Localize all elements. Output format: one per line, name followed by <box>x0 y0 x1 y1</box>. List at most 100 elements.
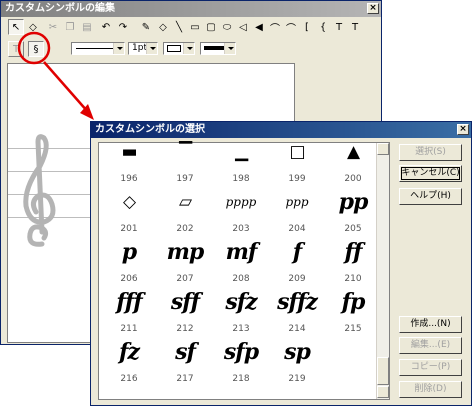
treble-clef-icon <box>23 134 56 247</box>
symbol-number: 202 <box>176 224 194 234</box>
text-tool-button[interactable]: T <box>8 41 24 57</box>
dialog-close-button[interactable]: × <box>457 124 469 135</box>
symbol-glyph: sff <box>170 289 200 315</box>
eraser-icon[interactable]: ◇ <box>25 19 41 35</box>
symbol-cell[interactable]: p 206 <box>103 235 155 285</box>
symbol-number: 218 <box>232 374 250 384</box>
scroll-up-button[interactable] <box>377 143 389 155</box>
symbol-cell[interactable]: mf 208 <box>215 235 267 285</box>
select-button[interactable]: 選択(S) <box>399 144 462 161</box>
symbol-cell[interactable]: sp 219 <box>271 335 323 385</box>
vertical-scrollbar[interactable] <box>376 143 389 399</box>
redo-icon[interactable]: ↷ <box>115 19 131 35</box>
cancel-button[interactable]: キャンセル(C) <box>399 165 462 182</box>
symbol-tool-button[interactable]: § <box>28 41 44 57</box>
symbol-cell[interactable]: ▔ 197 <box>159 135 211 185</box>
symbol-cell[interactable]: sf 217 <box>159 335 211 385</box>
symbol-cell[interactable]: pppp 203 <box>215 185 267 235</box>
copy-icon[interactable]: ❐ <box>62 19 78 35</box>
symbol-number: 201 <box>120 224 138 234</box>
symbol-number: 200 <box>344 174 362 184</box>
symbol-cell[interactable]: pp 205 <box>327 185 379 235</box>
symbol-cell[interactable]: ppp 204 <box>271 185 323 235</box>
symbol-cell[interactable]: fz 216 <box>103 335 155 385</box>
delete-button[interactable]: 削除(D) <box>399 381 462 398</box>
symbol-cell[interactable]: ▬ 196 <box>103 135 155 185</box>
symbol-number: 209 <box>288 274 306 284</box>
help-button[interactable]: ヘルプ(H) <box>399 188 462 205</box>
symbol-number: 207 <box>176 274 194 284</box>
pencil-icon[interactable]: ✎ <box>138 19 154 35</box>
editor-titlebar[interactable]: カスタムシンボルの編集 × <box>1 1 381 17</box>
symbol-glyph: □ <box>289 142 305 162</box>
symbol-cell[interactable]: ▱ 202 <box>159 185 211 235</box>
text-icon[interactable]: T <box>331 19 347 35</box>
symbol-number: 210 <box>344 274 362 284</box>
symbol-text-icon[interactable]: T <box>347 19 363 35</box>
ellipse-icon[interactable]: ⬭ <box>219 19 235 35</box>
symbol-glyph: ◇ <box>122 192 136 212</box>
symbol-number: 196 <box>120 174 138 184</box>
fill-style-preview <box>167 45 181 52</box>
edit-button[interactable]: 編集...(E) <box>399 337 462 354</box>
symbol-glyph: fff <box>116 289 142 315</box>
symbol-cell[interactable]: □ 199 <box>271 135 323 185</box>
symbol-cell[interactable]: ◇ 201 <box>103 185 155 235</box>
brace-icon[interactable]: { <box>315 19 331 35</box>
symbol-number: 198 <box>232 174 250 184</box>
symbol-glyph: sfp <box>223 339 259 365</box>
symbol-number: 206 <box>120 274 138 284</box>
symbol-number: 216 <box>120 374 138 384</box>
symbol-cell[interactable]: sff 212 <box>159 285 211 335</box>
symbol-cell[interactable]: fp 215 <box>327 285 379 335</box>
symbol-cell[interactable]: sffz 214 <box>271 285 323 335</box>
symbol-number: 215 <box>344 324 362 334</box>
symbol-cell[interactable]: sfz 213 <box>215 285 267 335</box>
paste-icon[interactable]: ▤ <box>79 19 95 35</box>
symbol-glyph: pp <box>338 189 369 215</box>
filled-polygon-icon[interactable]: ◀ <box>251 19 267 35</box>
line-style-preview <box>76 48 114 49</box>
symbol-cell[interactable]: ff 210 <box>327 235 379 285</box>
symbol-glyph: sfz <box>225 289 257 315</box>
symbol-glyph: ▲ <box>346 142 360 162</box>
rectangle-icon[interactable]: ▭ <box>187 19 203 35</box>
arc-icon[interactable]: ⌒ <box>267 19 283 35</box>
symbol-glyph: pppp <box>225 195 257 209</box>
symbol-cell[interactable]: ▲ 200 <box>327 135 379 185</box>
symbol-grid[interactable]: ▬ 196 ▔ 197 ▁ 198 □ 199 ▲ 200 ◇ 201 ▱ 202 pppp 203 ppp 20… <box>98 142 390 400</box>
polygon-icon[interactable]: ◁ <box>235 19 251 35</box>
symbol-cell[interactable]: ▁ 198 <box>215 135 267 185</box>
symbol-number: 217 <box>176 374 194 384</box>
line-color-select[interactable] <box>200 42 236 55</box>
dialog-title: カスタムシンボルの選択 <box>95 124 205 135</box>
symbol-cell[interactable]: f 209 <box>271 235 323 285</box>
cut-icon[interactable]: ✂ <box>45 19 61 35</box>
copy-button[interactable]: コピー(P) <box>399 359 462 376</box>
symbol-cell[interactable]: mp 207 <box>159 235 211 285</box>
rounded-rectangle-icon[interactable]: ▢ <box>203 19 219 35</box>
bracket-icon[interactable]: [ <box>299 19 315 35</box>
undo-icon[interactable]: ↶ <box>98 19 114 35</box>
symbol-cell[interactable]: fff 211 <box>103 285 155 335</box>
scroll-thumb[interactable] <box>377 357 389 385</box>
symbol-glyph: p <box>121 239 137 265</box>
fill-icon[interactable]: ◇ <box>155 19 171 35</box>
line-style-select[interactable] <box>71 42 125 55</box>
scroll-down-button[interactable] <box>377 386 389 398</box>
line-width-select[interactable]: 1pt <box>128 42 158 55</box>
line-icon[interactable]: ╲ <box>171 19 187 35</box>
symbol-glyph: ▱ <box>178 192 192 212</box>
symbol-glyph: sffz <box>277 289 318 315</box>
symbol-number: 208 <box>232 274 250 284</box>
symbol-number: 203 <box>232 224 250 234</box>
create-button[interactable]: 作成...(N) <box>399 316 462 333</box>
filled-arc-icon[interactable]: ⌒ <box>283 19 299 35</box>
symbol-number: 212 <box>176 324 194 334</box>
symbol-glyph: fz <box>119 339 140 365</box>
select-arrow-icon[interactable]: ↖ <box>8 19 24 35</box>
editor-close-button[interactable]: × <box>367 3 379 14</box>
fill-style-select[interactable] <box>163 42 195 55</box>
line-width-value: 1pt <box>132 43 147 53</box>
symbol-cell[interactable]: sfp 218 <box>215 335 267 385</box>
